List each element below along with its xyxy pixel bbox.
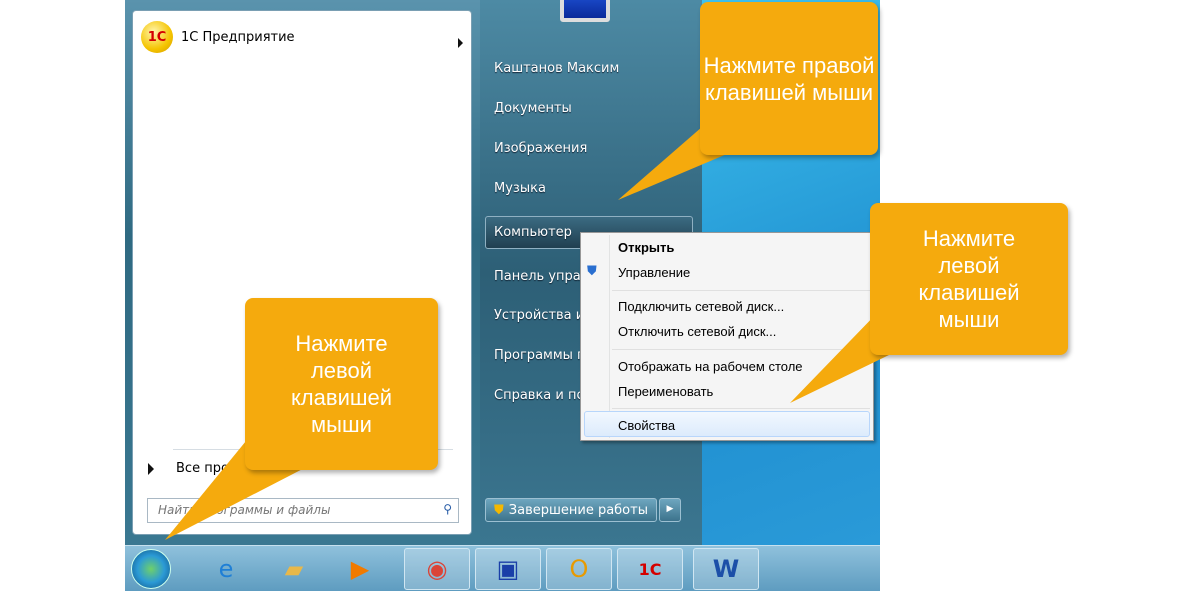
callout-right-click: Нажмите правой клавишей мыши [700, 2, 878, 155]
callout-left-click-properties: Нажмите левой клавишей мыши [870, 203, 1068, 355]
callout-left-click-start: Нажмите левой клавишей мыши [245, 298, 438, 470]
